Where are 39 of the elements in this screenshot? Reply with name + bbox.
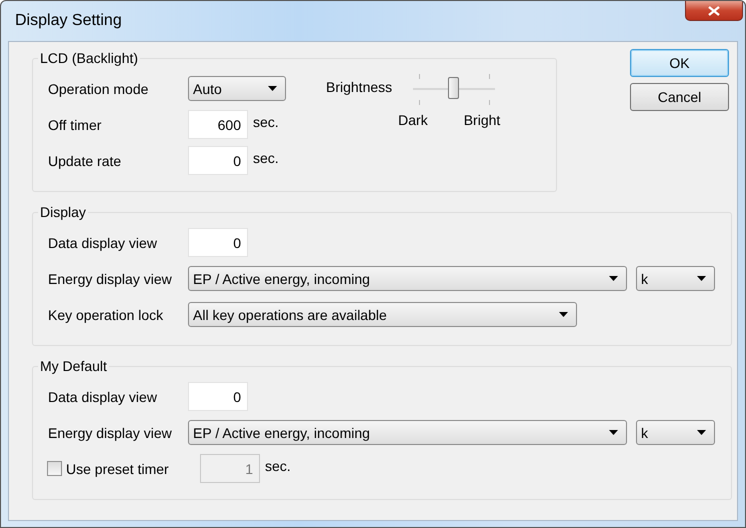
dialog-button[interactable]: Cancel [630, 83, 729, 111]
dropdown[interactable]: EP / Active energy, incoming [188, 420, 627, 445]
close-button[interactable] [685, 1, 743, 21]
unit-label: sec. [265, 458, 291, 474]
dropdown[interactable]: k [636, 266, 715, 291]
group-title: My Default [39, 358, 108, 374]
input-field[interactable]: 0 [188, 382, 248, 411]
caret-icon [609, 430, 618, 435]
close-icon [708, 6, 720, 16]
dropdown[interactable]: All key operations are available [188, 302, 577, 327]
field-label: Data display view [48, 388, 158, 404]
slider-min-label: Dark [398, 112, 428, 128]
dropdown[interactable]: Auto [188, 76, 286, 101]
dropdown[interactable]: k [636, 420, 715, 445]
field-label: Energy display view [48, 270, 173, 286]
slider-thumb[interactable] [448, 77, 460, 99]
field-label: Energy display view [48, 424, 173, 440]
field-label: Data display view [48, 234, 158, 250]
unit-label: sec. [253, 150, 279, 166]
window-title: Display Setting [15, 12, 122, 30]
field-label: Operation mode [48, 80, 150, 96]
slider-max-label: Bright [464, 112, 500, 128]
group-title: Display [39, 204, 87, 220]
caret-icon [697, 430, 706, 435]
field-label: Off timer [48, 116, 102, 132]
input-field[interactable]: 0 [188, 228, 248, 257]
dialog-button[interactable]: OK [630, 49, 729, 77]
field-label: Update rate [48, 152, 122, 168]
slider-label: Brightness [326, 79, 392, 95]
caret-icon [559, 312, 568, 317]
input-field[interactable]: 0 [188, 146, 248, 175]
caret-icon [609, 276, 618, 281]
caret-icon [268, 86, 277, 91]
field-label: Key operation lock [48, 306, 164, 322]
group-title: LCD (Backlight) [39, 50, 140, 66]
input-field[interactable]: 600 [188, 110, 248, 139]
caret-icon [697, 276, 706, 281]
dropdown[interactable]: EP / Active energy, incoming [188, 266, 627, 291]
unit-label: sec. [253, 114, 279, 130]
